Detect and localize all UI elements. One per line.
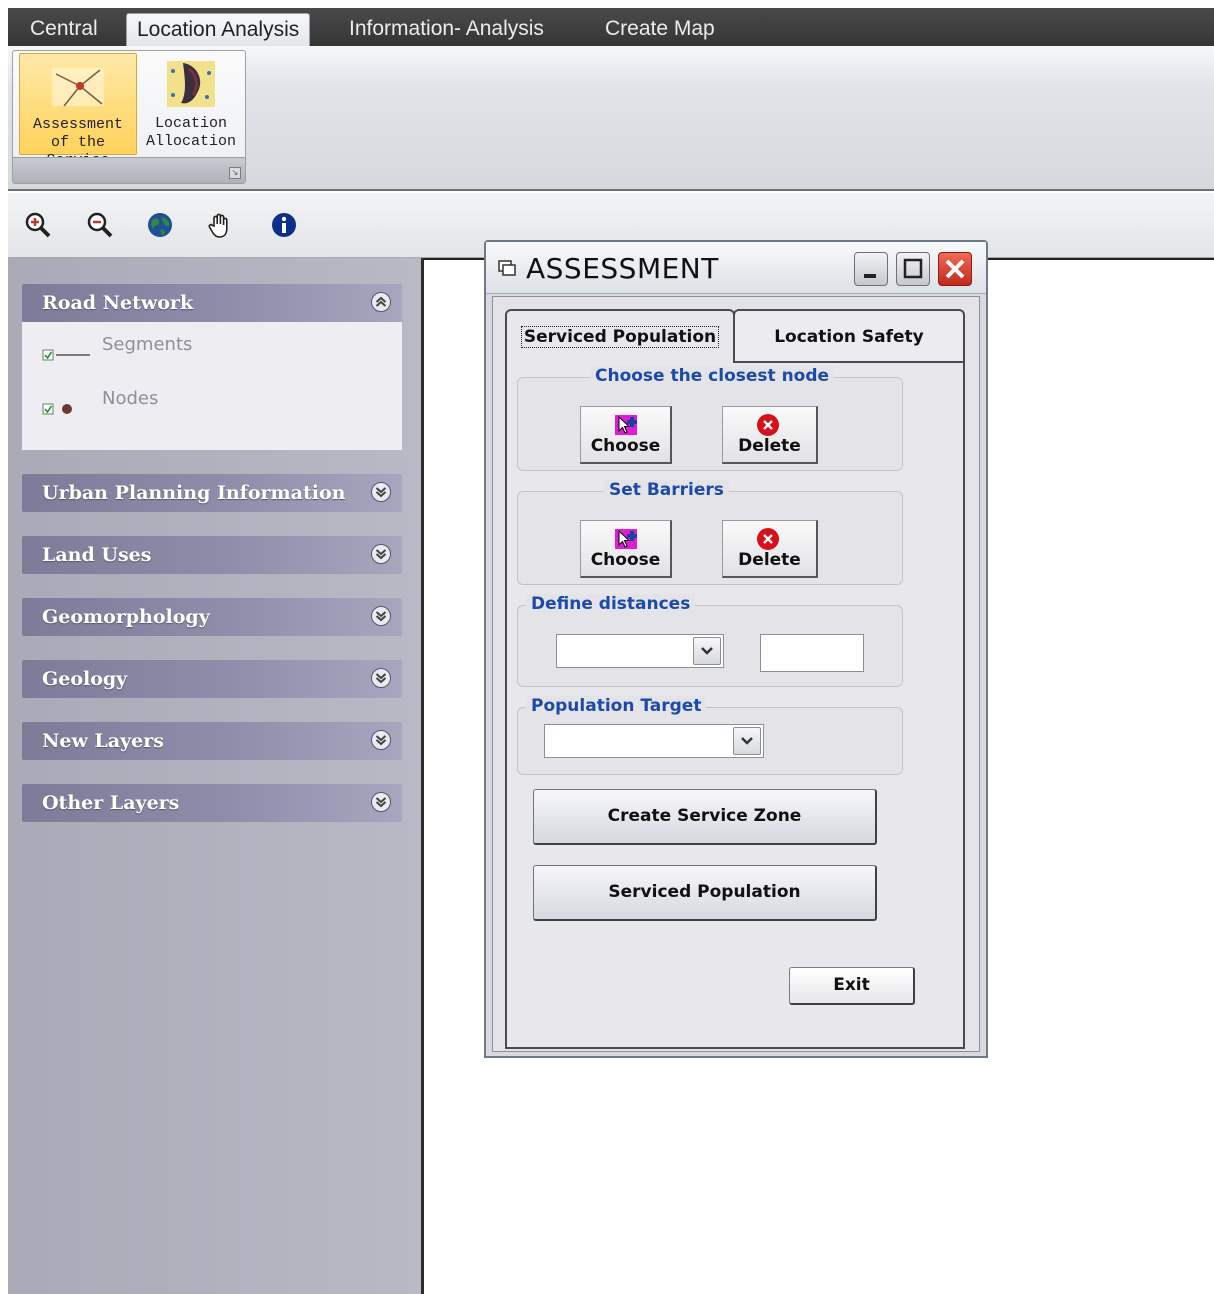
- layer-group-title: Land Uses: [42, 544, 152, 566]
- minimize-button[interactable]: [854, 252, 888, 286]
- node-symbol-icon[interactable]: [42, 402, 76, 416]
- close-button[interactable]: [938, 252, 972, 286]
- allocation-map-icon: [167, 61, 215, 107]
- road-network-layers: Segments Nodes: [22, 322, 402, 450]
- tab-serviced-population[interactable]: Serviced Population: [505, 309, 735, 363]
- tab-page-serviced-population: Choose the closest node Choose Delete Se…: [505, 361, 965, 1049]
- chevron-down-icon[interactable]: [370, 605, 392, 627]
- ribbon-tab-strip: Central Location Analysis Information- A…: [8, 8, 1214, 46]
- choose-label: Choose: [590, 550, 661, 570]
- delete-label: Delete: [738, 436, 801, 456]
- dropdown-arrow[interactable]: [733, 727, 761, 755]
- globe-icon[interactable]: [146, 211, 174, 239]
- exit-button[interactable]: Exit: [789, 967, 915, 1005]
- maximize-button[interactable]: [896, 252, 930, 286]
- layer-label-segments: Segments: [102, 334, 193, 355]
- layer-group-geology[interactable]: Geology: [22, 660, 402, 698]
- delete-icon: [757, 414, 779, 436]
- population-target-group: Population Target: [517, 696, 903, 775]
- chevron-down-icon[interactable]: [370, 791, 392, 813]
- layer-group-new-layers[interactable]: New Layers: [22, 722, 402, 760]
- layer-group-road-network[interactable]: Road Network: [22, 284, 402, 322]
- chevron-up-icon[interactable]: [370, 291, 392, 313]
- network-node-icon: [52, 68, 104, 107]
- distance-dropdown[interactable]: [556, 634, 724, 668]
- ribbon-group-analysis: Assessment of the Service Location Alloc…: [12, 50, 246, 184]
- population-target-legend: Population Target: [526, 696, 707, 716]
- chevron-down-icon[interactable]: [370, 543, 392, 565]
- serviced-population-button[interactable]: Serviced Population: [533, 865, 877, 921]
- distances-group: Define distances: [517, 594, 903, 687]
- barriers-group: Set Barriers Choose Delete: [517, 480, 903, 585]
- create-service-zone-button[interactable]: Create Service Zone: [533, 789, 877, 845]
- layer-group-title: Geomorphology: [42, 606, 210, 628]
- chevron-down-icon[interactable]: [370, 481, 392, 503]
- layer-group-urban-planning[interactable]: Urban Planning Information: [22, 474, 402, 512]
- ribbon-panel: Assessment of the Service Location Alloc…: [8, 46, 1214, 191]
- dropdown-arrow[interactable]: [693, 637, 721, 665]
- closest-node-legend: Choose the closest node: [590, 366, 835, 386]
- delete-node-button[interactable]: Delete: [722, 406, 818, 464]
- app-window: Central Location Analysis Information- A…: [0, 0, 1214, 1294]
- dialog-launcher-icon[interactable]: ↘: [229, 167, 241, 179]
- close-icon: [945, 259, 965, 279]
- dialog-content: Serviced Population Location Safety Choo…: [492, 296, 980, 1052]
- assessment-dialog: ASSESSMENT Serviced Population Location …: [484, 240, 988, 1058]
- tab-location-safety[interactable]: Location Safety: [733, 309, 965, 363]
- distances-legend: Define distances: [526, 594, 696, 614]
- tab-label: Location Safety: [774, 327, 924, 347]
- barriers-legend: Set Barriers: [604, 480, 729, 500]
- layer-group-title: Geology: [42, 668, 128, 690]
- minimize-icon: [864, 274, 876, 278]
- location-allocation-button[interactable]: Location Allocation: [141, 53, 241, 155]
- choose-barrier-button[interactable]: Choose: [580, 520, 672, 578]
- select-cursor-icon: [615, 529, 637, 549]
- chevron-down-icon[interactable]: [370, 729, 392, 751]
- layer-group-title: Road Network: [42, 292, 194, 314]
- delete-label: Delete: [738, 550, 801, 570]
- delete-icon: [757, 528, 779, 550]
- layer-item-segments[interactable]: Segments: [22, 334, 402, 374]
- segment-symbol-icon[interactable]: [42, 348, 92, 362]
- zoom-out-icon[interactable]: [86, 211, 114, 239]
- chevron-down-icon: [741, 737, 753, 745]
- assessment-of-service-button[interactable]: Assessment of the Service: [19, 53, 137, 169]
- pan-hand-icon[interactable]: [206, 211, 234, 239]
- dialog-title: ASSESSMENT: [526, 252, 719, 285]
- dialog-titlebar[interactable]: ASSESSMENT: [486, 242, 986, 294]
- maximize-icon: [903, 258, 923, 279]
- window-icon: [498, 260, 516, 276]
- zoom-in-icon[interactable]: [24, 211, 52, 239]
- tab-label: Serviced Population: [520, 326, 720, 348]
- chevron-down-icon[interactable]: [370, 667, 392, 689]
- location-allocation-label: Location Allocation: [145, 115, 236, 150]
- distance-input[interactable]: [760, 634, 864, 672]
- layer-group-other-layers[interactable]: Other Layers: [22, 784, 402, 822]
- ribbon-group-footer: ↘: [13, 157, 245, 183]
- layer-group-title: Other Layers: [42, 792, 180, 814]
- layer-panel: Road Network Segments Nodes Urban Planni…: [8, 258, 424, 1294]
- closest-node-group: Choose the closest node Choose Delete: [517, 366, 903, 471]
- chevron-down-icon: [701, 647, 713, 655]
- choose-label: Choose: [590, 436, 661, 456]
- select-cursor-icon: [615, 415, 637, 435]
- layer-group-land-uses[interactable]: Land Uses: [22, 536, 402, 574]
- layer-label-nodes: Nodes: [102, 388, 159, 409]
- layer-group-title: New Layers: [42, 730, 164, 752]
- layer-item-nodes[interactable]: Nodes: [22, 388, 402, 428]
- ribbon-tab-location-analysis[interactable]: Location Analysis: [126, 13, 311, 46]
- ribbon-tab-central[interactable]: Central: [20, 13, 108, 46]
- info-icon[interactable]: [270, 211, 298, 239]
- ribbon-tab-create-map[interactable]: Create Map: [595, 13, 725, 46]
- population-target-dropdown[interactable]: [544, 724, 764, 758]
- ribbon-tab-information-analysis[interactable]: Information- Analysis: [339, 13, 554, 46]
- layer-group-title: Urban Planning Information: [42, 482, 346, 504]
- choose-node-button[interactable]: Choose: [580, 406, 672, 464]
- layer-group-geomorphology[interactable]: Geomorphology: [22, 598, 402, 636]
- delete-barrier-button[interactable]: Delete: [722, 520, 818, 578]
